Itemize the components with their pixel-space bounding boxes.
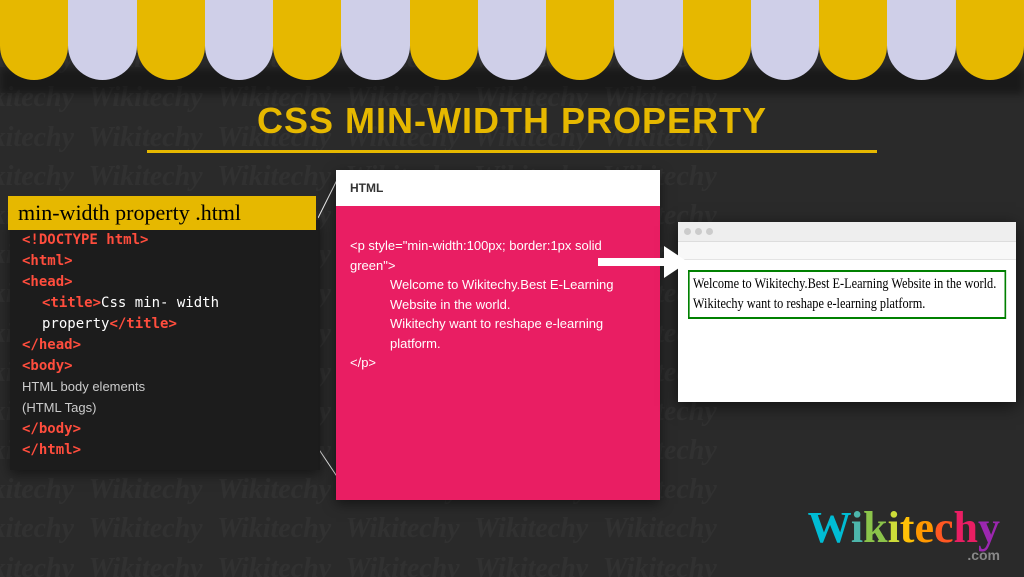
snippet-line: Wikitechy want to reshape e-learning pla…	[350, 314, 646, 353]
code-line: <!DOCTYPE html>	[22, 232, 148, 248]
snippet-line: </p>	[350, 353, 646, 373]
browser-chrome	[678, 222, 1016, 242]
html-snippet-card: HTML <p style="min-width:100px; border:1…	[336, 170, 660, 500]
snippet-body: <p style="min-width:100px; border:1px so…	[336, 206, 660, 403]
page-title: CSS MIN-WIDTH PROPERTY	[147, 100, 877, 142]
rendered-paragraph: Welcome to Wikitechy.Best E-Learning Web…	[688, 270, 1006, 319]
brand-logo: Wikitechy .com	[808, 502, 1000, 563]
code-comment: HTML body elements	[22, 379, 145, 394]
snippet-header: HTML	[336, 170, 660, 206]
browser-window: Welcome to Wikitechy.Best E-Learning Web…	[678, 222, 1016, 402]
code-line: <html>	[22, 253, 73, 269]
window-dot	[695, 228, 702, 235]
code-tag: <title>	[42, 295, 101, 311]
snippet-line: Welcome to Wikitechy.Best E-Learning Web…	[350, 275, 646, 314]
title-underline	[147, 150, 877, 153]
code-line: </body>	[22, 421, 81, 437]
code-line: </head>	[22, 337, 81, 353]
page-title-block: CSS MIN-WIDTH PROPERTY	[147, 100, 877, 153]
window-dot	[684, 228, 691, 235]
code-line: </html>	[22, 442, 81, 458]
browser-tabstrip	[678, 242, 1016, 260]
file-tab: min-width property .html	[8, 196, 316, 230]
code-comment: (HTML Tags)	[22, 400, 96, 415]
code-block: <!DOCTYPE html> <html> <head> <title>Css…	[10, 220, 320, 471]
snippet-label: HTML	[350, 181, 383, 195]
window-dot	[706, 228, 713, 235]
code-line: <body>	[22, 358, 73, 374]
browser-viewport: Welcome to Wikitechy.Best E-Learning Web…	[678, 260, 1016, 329]
code-line: <head>	[22, 274, 73, 290]
source-code-card: min-width property .html <!DOCTYPE html>…	[10, 220, 320, 470]
awning	[0, 0, 1024, 80]
arrow-icon	[598, 250, 688, 274]
code-tag: </title>	[109, 316, 176, 332]
